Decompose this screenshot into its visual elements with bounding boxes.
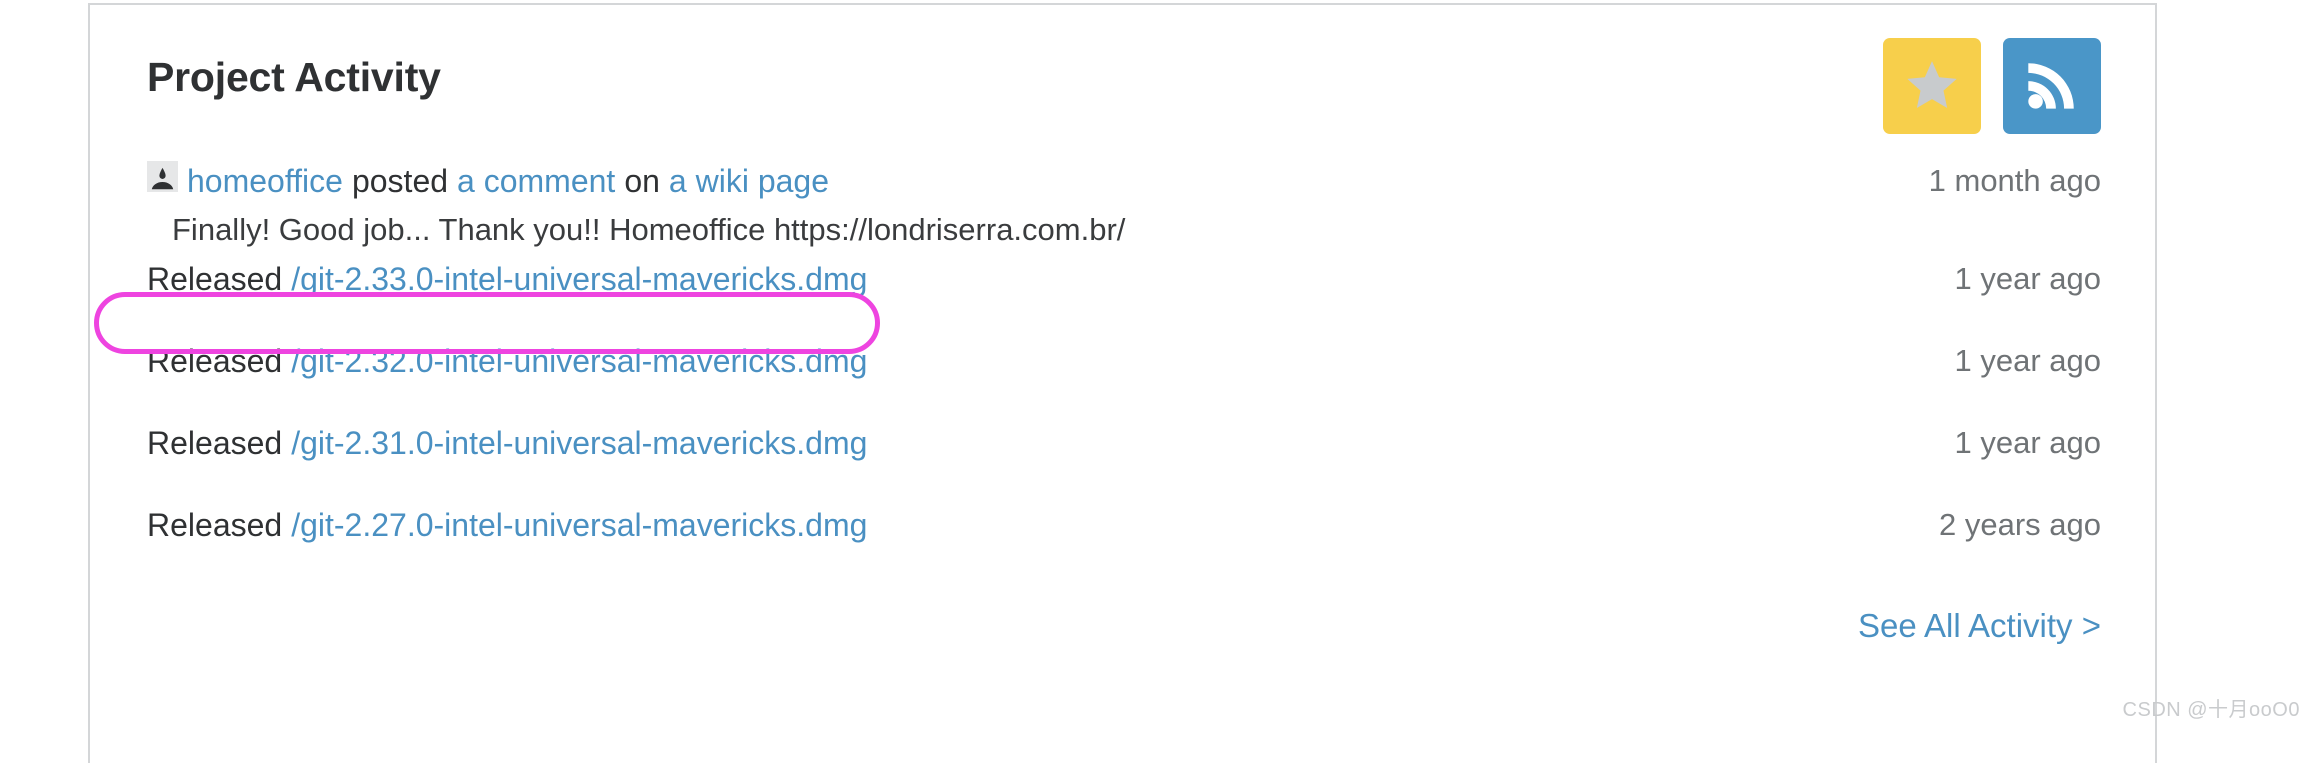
activity-row: homeoffice posted a comment on a wiki pa…	[147, 157, 2101, 255]
see-all-activity-wrap: See All Activity >	[122, 609, 2123, 642]
activity-timestamp: 1 year ago	[1925, 419, 2102, 467]
activity-list: homeoffice posted a comment on a wiki pa…	[122, 157, 2123, 583]
watermark: CSDN @十月ooO0	[2123, 693, 2300, 722]
release-file-link[interactable]: /git-2.31.0-intel-universal-mavericks.dm…	[291, 419, 867, 467]
activity-row-main: Released /git-2.32.0-intel-universal-mav…	[147, 337, 867, 385]
activity-comment-body: Finally! Good job... Thank you!! Homeoff…	[172, 206, 1125, 254]
activity-timestamp: 1 year ago	[1925, 337, 2102, 385]
project-activity-card: Project Activity	[88, 3, 2157, 763]
activity-author-link[interactable]: homeoffice	[187, 157, 343, 205]
activity-verb: Released	[147, 255, 282, 303]
activity-row-main: Released /git-2.27.0-intel-universal-mav…	[147, 501, 867, 549]
star-button[interactable]	[1883, 38, 1981, 134]
activity-verb: Released	[147, 501, 282, 549]
see-all-activity-link[interactable]: See All Activity >	[1858, 607, 2101, 644]
activity-verb: Released	[147, 419, 282, 467]
page-root: Project Activity	[0, 0, 2308, 734]
rss-icon	[2023, 56, 2081, 117]
activity-row-main: Released /git-2.33.0-intel-universal-mav…	[147, 255, 867, 303]
activity-timestamp: 1 year ago	[1925, 255, 2102, 303]
activity-row: Released /git-2.33.0-intel-universal-mav…	[147, 255, 2101, 337]
activity-verb: posted	[352, 157, 448, 205]
activity-target-link[interactable]: a wiki page	[669, 157, 829, 205]
rss-button[interactable]	[2003, 38, 2101, 134]
activity-row: Released /git-2.32.0-intel-universal-mav…	[147, 337, 2101, 419]
activity-object-link[interactable]: a comment	[457, 157, 615, 205]
release-file-link[interactable]: /git-2.27.0-intel-universal-mavericks.dm…	[291, 501, 867, 549]
activity-row-main: homeoffice posted a comment on a wiki pa…	[147, 157, 829, 205]
star-icon	[1906, 60, 1958, 113]
activity-row-main: Released /git-2.31.0-intel-universal-mav…	[147, 419, 867, 467]
activity-timestamp: 1 month ago	[1899, 157, 2101, 205]
activity-row: Released /git-2.27.0-intel-universal-mav…	[147, 501, 2101, 583]
activity-verb: Released	[147, 337, 282, 385]
card-inner: Project Activity	[90, 5, 2155, 763]
card-header: Project Activity	[122, 5, 2123, 153]
activity-timestamp: 2 years ago	[1909, 501, 2101, 549]
release-file-link[interactable]: /git-2.32.0-intel-universal-mavericks.dm…	[291, 337, 867, 385]
header-actions	[1883, 38, 2101, 134]
user-avatar-icon	[147, 161, 178, 192]
page-title: Project Activity	[147, 57, 441, 98]
activity-row: Released /git-2.31.0-intel-universal-mav…	[147, 419, 2101, 501]
release-file-link[interactable]: /git-2.33.0-intel-universal-mavericks.dm…	[291, 255, 867, 303]
activity-preposition: on	[624, 157, 660, 205]
